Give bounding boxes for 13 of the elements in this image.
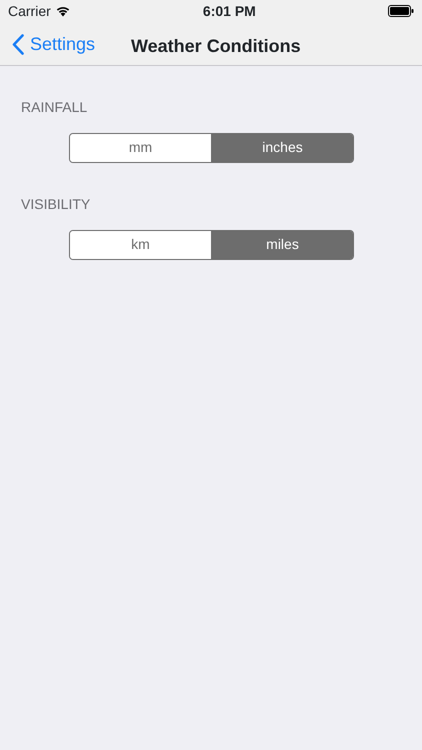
- segment-option[interactable]: km: [70, 230, 211, 259]
- segment-option[interactable]: inches: [211, 134, 353, 162]
- carrier-label: Carrier: [8, 2, 51, 20]
- status-time: 6:01 PM: [202, 2, 256, 20]
- nav-title: Weather Conditions: [131, 35, 301, 58]
- wifi-icon: [54, 5, 71, 17]
- back-button[interactable]: Settings: [0, 22, 96, 66]
- section-header: VISIBILITY: [20, 194, 92, 213]
- battery-icon: [388, 5, 414, 17]
- segment-option[interactable]: miles: [211, 230, 353, 259]
- section-header: RAINFALL: [20, 98, 88, 116]
- chevron-left-icon: [12, 34, 24, 54]
- segment-option[interactable]: mm: [70, 134, 211, 162]
